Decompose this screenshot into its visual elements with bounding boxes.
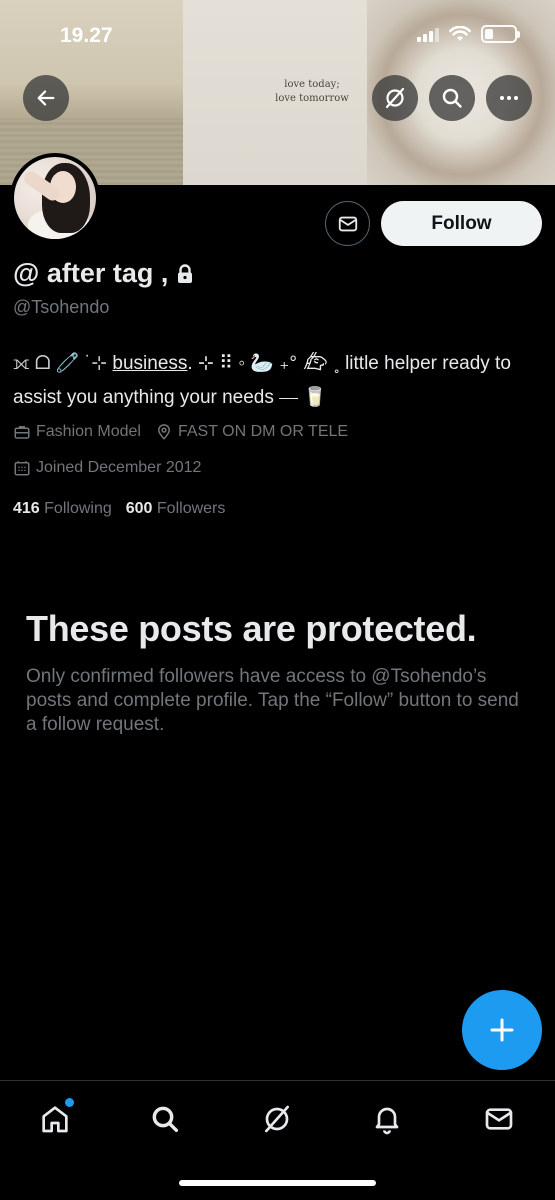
status-time: 19.27 <box>60 24 113 47</box>
followers-link[interactable]: 600 Followers <box>126 500 226 518</box>
notification-dot <box>65 1098 74 1107</box>
nav-messages[interactable] <box>474 1094 524 1144</box>
location: FAST ON DM OR TELE <box>155 423 348 441</box>
calendar-icon <box>14 461 30 476</box>
location-text: FAST ON DM OR TELE <box>177 423 349 440</box>
joined: Joined December 2012 <box>13 459 201 477</box>
following-count: 416 <box>13 500 40 517</box>
mail-icon <box>338 216 357 231</box>
bell-icon <box>375 1107 399 1135</box>
avatar-photo <box>14 157 96 239</box>
nav-home[interactable] <box>30 1094 80 1144</box>
status-icons <box>417 25 520 43</box>
signal-icon <box>417 27 439 42</box>
following-label: Following <box>44 500 112 517</box>
joined-row: Joined December 2012 <box>13 459 201 477</box>
back-button[interactable] <box>23 75 69 121</box>
follow-button[interactable]: Follow <box>381 201 542 246</box>
bio-prefix: ⟗ ᗝ 🧷 ˙⊹ <box>13 353 113 374</box>
compose-button[interactable] <box>462 990 542 1070</box>
search-icon <box>442 88 462 108</box>
more-button[interactable] <box>486 75 532 121</box>
banner-quote-line2: love tomorrow <box>275 93 349 104</box>
mail-icon <box>485 1108 513 1130</box>
protected-body: Only confirmed followers have access to … <box>26 666 519 735</box>
back-arrow-icon <box>37 90 55 106</box>
nav-search[interactable] <box>140 1094 190 1144</box>
protected-title: These posts are protected. <box>26 608 477 649</box>
profile-meta-row: Fashion Model FAST ON DM OR TELE <box>13 423 348 441</box>
nav-notifications[interactable] <box>362 1094 412 1144</box>
profession-text: Fashion Model <box>36 423 141 440</box>
grok-button[interactable] <box>372 75 418 121</box>
followers-count: 600 <box>125 500 153 517</box>
home-icon <box>42 1106 68 1133</box>
profession: Fashion Model <box>13 423 141 441</box>
display-name: @ after tag , <box>13 258 194 289</box>
nav-grok[interactable] <box>252 1094 302 1144</box>
battery-icon <box>481 25 520 43</box>
location-pin-icon <box>157 424 170 440</box>
follow-counts: 416 Following 600 Followers <box>13 500 225 518</box>
bio: ⟗ ᗝ 🧷 ˙⊹ business. ⊹ ⠿ ◦ 🦢 ₊° 𐃶 ˳ little… <box>13 347 548 415</box>
grok-icon <box>385 87 405 109</box>
more-icon <box>500 96 518 100</box>
handle: @Tsohendo <box>13 297 110 317</box>
message-button[interactable] <box>325 201 370 246</box>
following-link[interactable]: 416 Following <box>13 500 112 518</box>
display-name-text: @ after tag , <box>13 258 169 288</box>
avatar[interactable] <box>10 153 100 243</box>
briefcase-icon <box>14 426 30 439</box>
banner-quote: love today; love tomorrow <box>253 78 371 106</box>
search-icon <box>152 1106 179 1133</box>
banner-quote-line1: love today; <box>284 79 340 90</box>
wifi-icon <box>449 26 471 41</box>
followers-label: Followers <box>156 500 226 517</box>
grok-icon <box>265 1105 289 1133</box>
compose-plus-icon <box>490 1018 514 1042</box>
home-indicator <box>179 1180 376 1186</box>
lock-icon <box>178 263 193 283</box>
joined-text: Joined December 2012 <box>36 459 202 476</box>
search-button[interactable] <box>429 75 475 121</box>
bio-link[interactable]: business <box>112 353 187 374</box>
